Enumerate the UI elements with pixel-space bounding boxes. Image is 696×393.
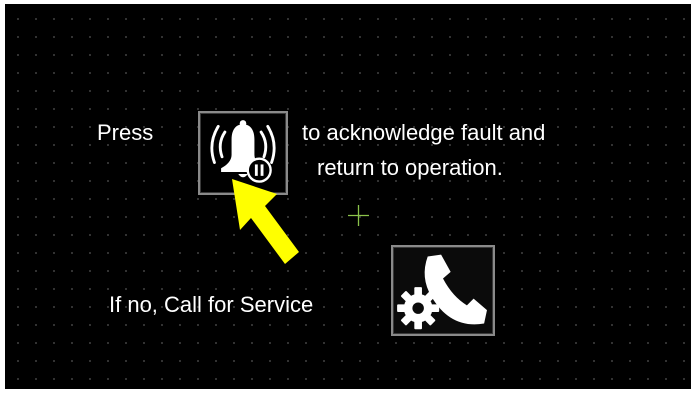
acknowledge-instruction-line1: to acknowledge fault and xyxy=(302,120,546,145)
phone-gear-icon xyxy=(397,254,487,330)
acknowledge-instruction-line2: return to operation. xyxy=(317,155,503,180)
press-label: Press xyxy=(97,120,154,145)
crosshair-icon xyxy=(348,205,369,226)
call-for-service-button[interactable] xyxy=(391,245,495,336)
yellow-arrow-icon xyxy=(232,179,299,264)
hmi-screen: Press to acknowledge fault and return to… xyxy=(5,4,691,389)
call-for-service-label: If no, Call for Service xyxy=(109,292,314,317)
